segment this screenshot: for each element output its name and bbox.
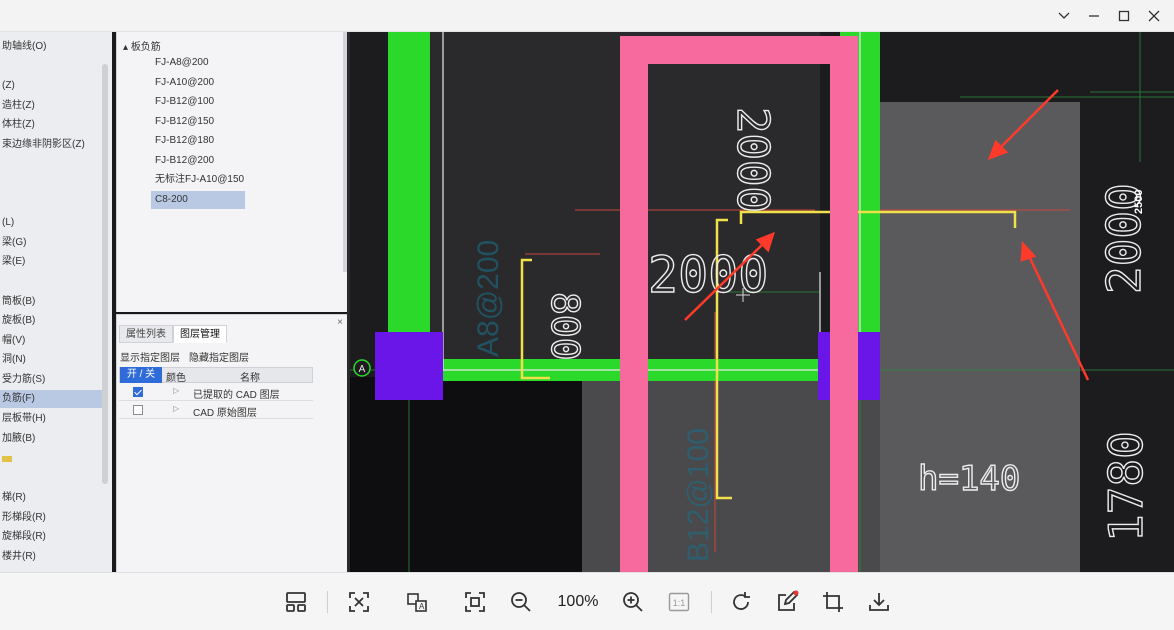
layer-name: 已提取的 CAD 图层: [193, 390, 280, 401]
list-item[interactable]: 加腋(B): [0, 430, 104, 448]
list-item[interactable]: (L): [0, 214, 104, 232]
axis-label: A: [359, 364, 366, 375]
layer-name: CAD 原始图层: [193, 408, 257, 419]
tree-item[interactable]: FJ-A10@200: [151, 74, 218, 92]
faint-label: A8@200: [472, 240, 505, 357]
list-item[interactable]: 筒板(B): [0, 293, 104, 311]
download-icon[interactable]: [865, 588, 893, 616]
toolbar-divider: [327, 591, 328, 613]
list-item[interactable]: 受力筋(S): [0, 371, 104, 389]
edit-icon[interactable]: [773, 588, 801, 616]
rebar-tree-panel: ▴ 板负筋 FJ-A8@200 FJ-A10@200 FJ-B12@100 FJ…: [116, 32, 348, 312]
chevron-down-icon[interactable]: [1049, 0, 1079, 32]
tree-item[interactable]: FJ-B12@100: [151, 93, 218, 111]
table-row[interactable]: ▷ 已提取的 CAD 图层: [119, 384, 313, 401]
tree-item-selected[interactable]: C8-200: [151, 191, 245, 209]
tree-item[interactable]: FJ-B12@150: [151, 113, 218, 131]
table-row[interactable]: ▷ CAD 原始图层: [119, 402, 313, 419]
expand-triangle-icon[interactable]: ▷: [173, 404, 179, 413]
toolbar-divider: [711, 591, 712, 613]
toggle-column-header[interactable]: 开 / 关: [120, 367, 162, 383]
translate-icon[interactable]: A: [403, 588, 431, 616]
color-column-header: 颜色: [166, 373, 186, 384]
hide-layer-button[interactable]: 隐藏指定图层: [189, 349, 249, 364]
layer-visibility-checkbox[interactable]: [133, 405, 143, 415]
layer-visibility-checkbox[interactable]: [133, 387, 143, 397]
fullscreen-icon[interactable]: [461, 588, 489, 616]
tree-root[interactable]: ▴ 板负筋: [123, 38, 161, 53]
folder-icon: [2, 456, 12, 462]
tree-item[interactable]: FJ-A8@200: [151, 54, 213, 72]
close-icon[interactable]: ×: [337, 317, 343, 328]
list-item[interactable]: 层板带(H): [0, 410, 104, 428]
rotate-icon[interactable]: [727, 588, 755, 616]
dimension-text: 2500: [1133, 190, 1145, 214]
name-column-header: 名称: [240, 373, 260, 384]
dimension-text: 1780: [1099, 431, 1153, 542]
minimize-button[interactable]: [1079, 0, 1109, 32]
zoom-level: 100%: [557, 593, 599, 610]
list-item[interactable]: 束边缘非阴影区(Z): [0, 136, 104, 154]
zoom-in-icon[interactable]: [619, 588, 647, 616]
list-item[interactable]: 旋梯段(R): [0, 528, 104, 546]
component-list: 助轴线(O) (Z) 造柱(Z) 体柱(Z) 束边缘非阴影区(Z) (L) 梁(…: [0, 32, 112, 572]
tree-root-label: 板负筋: [130, 42, 161, 53]
list-item[interactable]: (Z): [0, 77, 104, 95]
actual-size-label: 1:1: [673, 598, 686, 608]
list-item[interactable]: 帽(V): [0, 332, 104, 350]
list-item[interactable]: 楼井(R): [0, 548, 104, 566]
dimension-text: 2000: [727, 107, 778, 213]
faint-label: B12@100: [682, 428, 715, 562]
fit-icon[interactable]: [345, 588, 373, 616]
expand-triangle-icon[interactable]: ▴: [123, 42, 128, 53]
list-item[interactable]: 梯(R): [0, 489, 104, 507]
actual-size-icon[interactable]: 1:1: [665, 588, 693, 616]
tree-item[interactable]: FJ-B12@200: [151, 152, 218, 170]
tree-item[interactable]: 无标注FJ-A10@150: [151, 171, 248, 189]
tab-properties[interactable]: 属性列表: [119, 325, 173, 343]
list-item[interactable]: 体柱(Z): [0, 116, 104, 134]
expand-triangle-icon[interactable]: ▷: [173, 386, 179, 395]
layout-icon[interactable]: [282, 588, 310, 616]
svg-text:A: A: [419, 602, 425, 611]
show-layer-button[interactable]: 显示指定图层: [120, 349, 180, 364]
layer-table-header: 开 / 关 颜色 名称: [119, 367, 313, 384]
close-button[interactable]: [1139, 0, 1169, 32]
crop-icon[interactable]: [819, 588, 847, 616]
annotation-text: h=140: [918, 459, 1020, 499]
zoom-out-icon[interactable]: [507, 588, 535, 616]
dimension-text: 800: [543, 292, 587, 361]
list-item[interactable]: 助轴线(O): [0, 38, 104, 56]
list-item[interactable]: 洞(N): [0, 351, 104, 369]
tab-layers[interactable]: 图层管理: [173, 325, 227, 343]
list-item[interactable]: 造柱(Z): [0, 97, 104, 115]
list-item[interactable]: 梁(E): [0, 253, 104, 271]
photo-content: 助轴线(O) (Z) 造柱(Z) 体柱(Z) 束边缘非阴影区(Z) (L) 梁(…: [0, 32, 1174, 572]
cad-drawing: A 2000 2000 800 2000 1780 h=140 2500 A8@…: [350, 32, 1174, 572]
list-item[interactable]: 旋板(B): [0, 312, 104, 330]
list-item-selected[interactable]: 负筋(F): [0, 390, 104, 408]
scrollbar[interactable]: [102, 64, 108, 484]
image-viewer-window: 助轴线(O) (Z) 造柱(Z) 体柱(Z) 束边缘非阴影区(Z) (L) 梁(…: [0, 0, 1174, 630]
viewer-toolbar: A 100% 1:1: [0, 572, 1174, 630]
list-item[interactable]: 形梯段(R): [0, 509, 104, 527]
title-bar: [0, 0, 1174, 32]
tree-item[interactable]: FJ-B12@180: [151, 132, 218, 150]
layer-panel: × 属性列表 图层管理 显示指定图层 隐藏指定图层 开 / 关 颜色 名称 ▷ …: [116, 314, 348, 572]
list-item[interactable]: 梁(G): [0, 234, 104, 252]
maximize-button[interactable]: [1109, 0, 1139, 32]
